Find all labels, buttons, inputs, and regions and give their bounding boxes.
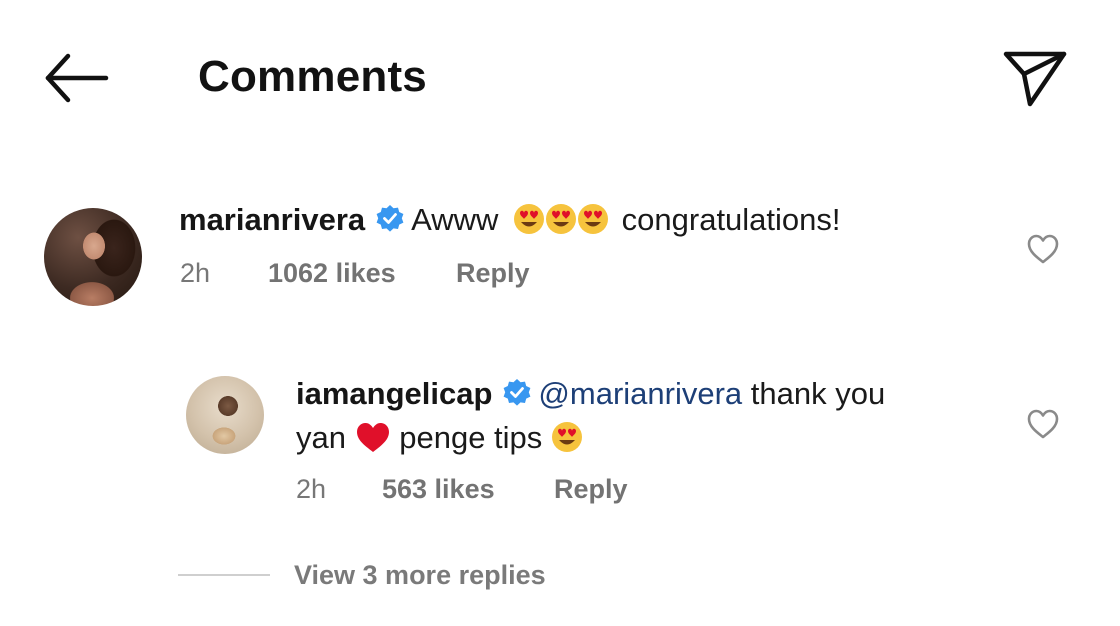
red-heart-emoji-icon — [356, 423, 389, 452]
reply-time: 2h — [296, 474, 327, 504]
reply-body-start: thank you — [750, 376, 886, 411]
like-button[interactable] — [1026, 408, 1060, 440]
comment-likes[interactable]: 1062 likes — [268, 258, 396, 289]
reply-text-line-2: yan penge tips — [296, 418, 583, 458]
back-button[interactable] — [40, 50, 112, 106]
heart-eyes-emoji-icon — [546, 204, 577, 234]
emoji-group — [513, 202, 618, 237]
verified-badge-icon — [376, 205, 404, 232]
comment-body-end: congratulations! — [621, 202, 841, 237]
comment-body-start: Awww — [411, 202, 499, 237]
avatar[interactable] — [44, 208, 142, 306]
comment-text: marianrivera Awww congratulations! — [179, 200, 841, 240]
heart-outline-icon — [1027, 409, 1059, 439]
reply-likes[interactable]: 563 likes — [382, 474, 495, 505]
page-title: Comments — [198, 52, 427, 101]
share-button[interactable] — [1000, 46, 1070, 110]
mention-link[interactable]: @marianrivera — [538, 376, 742, 411]
comment-time: 2h — [180, 258, 211, 288]
avatar[interactable] — [186, 376, 264, 454]
verified-badge-icon — [504, 379, 531, 406]
reply-button[interactable]: Reply — [456, 258, 530, 289]
heart-outline-icon — [1027, 234, 1059, 264]
heart-eyes-emoji-icon — [578, 204, 609, 234]
view-more-replies-button[interactable]: View 3 more replies — [294, 560, 546, 591]
like-button[interactable] — [1026, 233, 1060, 265]
reply-text-line-1: iamangelicap @marianrivera thank you — [296, 374, 885, 414]
reply-username[interactable]: iamangelicap — [296, 376, 492, 411]
reply-button[interactable]: Reply — [554, 474, 628, 505]
reply-body-end: penge tips — [399, 420, 543, 455]
divider — [178, 574, 270, 576]
comment-username[interactable]: marianrivera — [179, 202, 365, 237]
reply-body-mid: yan — [296, 420, 346, 455]
paper-plane-icon — [1003, 51, 1067, 107]
heart-eyes-emoji-icon — [514, 204, 545, 234]
heart-eyes-emoji-icon — [551, 422, 582, 452]
arrow-left-icon — [45, 53, 109, 103]
